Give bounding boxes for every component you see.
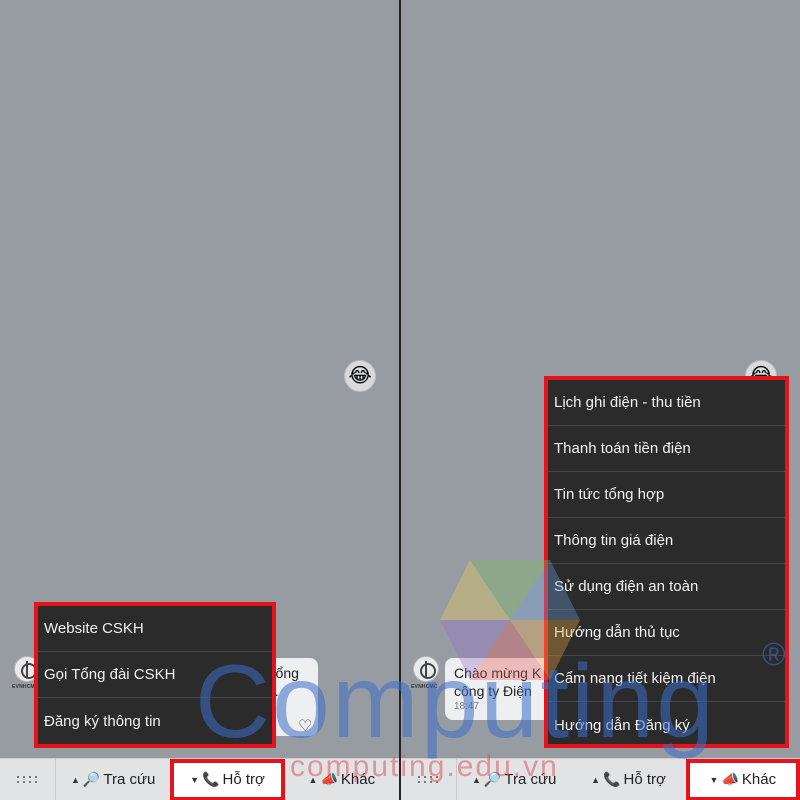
chat-bubble-line: Chào mừng K — [454, 665, 542, 681]
caret-up-icon: ▲ — [591, 774, 601, 785]
chat-bubble-time: 18:47 — [454, 701, 480, 712]
tab-label: Tra cứu — [103, 771, 156, 788]
tab-ho-tro[interactable]: ▲ 📞 Hỗ trợ — [571, 759, 685, 800]
keyboard-toggle-button[interactable] — [401, 758, 457, 800]
menu-item-thanh-toan[interactable]: Thanh toán tiền điện — [548, 426, 785, 472]
support-popup-menu: Website CSKH Gọi Tổng đài CSKH Đăng ký t… — [34, 602, 276, 748]
menu-item-dang-ky-thong-tin[interactable]: Đăng ký thông tin — [38, 698, 272, 744]
keyboard-grid-icon — [418, 776, 439, 783]
tab-label: Hỗ trợ — [222, 771, 265, 788]
menu-item-an-toan[interactable]: Sử dụng điện an toàn — [548, 564, 785, 610]
phone-icon: 📞 — [603, 771, 621, 787]
keyboard-grid-icon — [17, 776, 38, 783]
menu-item-thu-tuc[interactable]: Hướng dẫn thủ tục — [548, 610, 785, 656]
menu-item-dang-ky[interactable]: Hướng dẫn Đăng ký — [548, 702, 785, 748]
avatar — [413, 656, 439, 682]
menu-item-tin-tuc[interactable]: Tin tức tổng hợp — [548, 472, 785, 518]
tab-khac[interactable]: ▲ 📣 Khác — [285, 759, 399, 800]
tab-khac[interactable]: ▼ 📣 Khác — [685, 758, 800, 800]
tab-label: Tra cứu — [504, 771, 557, 788]
bottom-menu-bar: ▲ 🔎 Tra cứu ▼ 📞 Hỗ trợ ▲ 📣 Khác — [0, 758, 399, 800]
menu-item-goi-tong-dai[interactable]: Gọi Tổng đài CSKH — [38, 652, 272, 698]
avatar-caption: EVNHCMC — [411, 684, 438, 690]
megaphone-icon: 📣 — [721, 771, 739, 787]
caret-up-icon: ▲ — [70, 774, 80, 785]
emoji-button[interactable]: 😂 — [344, 360, 376, 392]
magnifier-icon: 🔎 — [82, 771, 101, 787]
caret-up-icon: ▲ — [471, 774, 481, 785]
menu-item-gia-dien[interactable]: Thông tin giá điện — [548, 518, 785, 564]
right-screenshot-panel: 😂 EVNHCMC Chào mừng K công ty Điện 18:47… — [401, 0, 800, 800]
chat-bubble-line: công ty Điện — [454, 683, 532, 699]
bottom-menu-bar: ▲ 🔎 Tra cứu ▲ 📞 Hỗ trợ ▼ 📣 Khác — [401, 758, 800, 800]
menu-item-lich-ghi-dien[interactable]: Lịch ghi điện - thu tiền — [548, 380, 785, 426]
caret-down-icon: ▼ — [190, 774, 200, 785]
tab-tra-cuu[interactable]: ▲ 🔎 Tra cứu — [457, 759, 571, 800]
menu-item-website-cskh[interactable]: Website CSKH — [38, 606, 272, 652]
caret-down-icon: ▼ — [709, 774, 719, 785]
tab-label: Hỗ trợ — [623, 771, 666, 788]
keyboard-toggle-button[interactable] — [0, 758, 56, 800]
other-popup-menu: Lịch ghi điện - thu tiền Thanh toán tiền… — [544, 376, 789, 748]
magnifier-icon: 🔎 — [483, 771, 502, 787]
tab-ho-tro[interactable]: ▼ 📞 Hỗ trợ — [170, 758, 285, 800]
phone-icon: 📞 — [202, 771, 220, 787]
laughing-emoji-icon: 😂 — [348, 365, 372, 387]
heart-icon[interactable]: ♡ — [298, 716, 312, 736]
left-screenshot-panel: 😂 EVNHCMC Tổng o. ♡ Website CSKH Gọi Tổn… — [0, 0, 399, 800]
tab-label: Khác — [741, 771, 777, 788]
caret-up-icon: ▲ — [308, 774, 318, 785]
menu-item-tiet-kiem[interactable]: Cẩm nang tiết kiệm điện — [548, 656, 785, 702]
chat-bubble: Chào mừng K công ty Điện 18:47 — [445, 658, 555, 720]
tab-tra-cuu[interactable]: ▲ 🔎 Tra cứu — [56, 759, 170, 800]
megaphone-icon: 📣 — [320, 771, 338, 787]
tab-label: Khác — [340, 771, 376, 788]
